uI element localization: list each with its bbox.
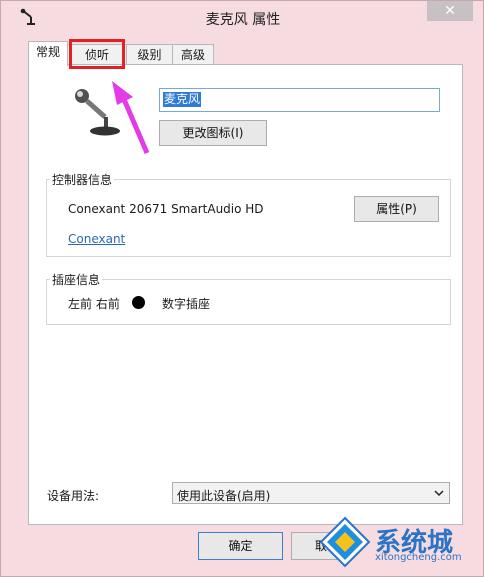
device-usage-label: 设备用法: <box>47 489 100 503</box>
watermark-url: xitongcheng.com <box>375 552 462 563</box>
site-watermark: 系统城 xitongcheng.com <box>319 516 473 568</box>
jack-position: 左前 右前 <box>68 297 120 311</box>
properties-window: 麦克风 属性 ✕ 常规 侦听 级别 高级 麦克风 更改图标(I) 控制器信息 C… <box>0 0 484 577</box>
window-title: 麦克风 属性 <box>205 12 281 28</box>
watermark-logo-icon <box>319 516 371 568</box>
close-button[interactable]: ✕ <box>427 1 473 21</box>
controller-properties-button[interactable]: 属性(P) <box>354 196 439 222</box>
title-bar: 麦克风 属性 ✕ <box>1 1 484 35</box>
device-name-input[interactable]: 麦克风 <box>159 88 440 112</box>
tab-levels[interactable]: 级别 <box>126 44 173 64</box>
tab-advanced[interactable]: 高级 <box>172 44 214 64</box>
tab-general[interactable]: 常规 <box>28 41 68 66</box>
jack-color-dot <box>132 296 145 309</box>
chevron-down-icon <box>434 490 444 497</box>
listen-tab-highlight <box>69 39 125 69</box>
controller-name: Conexant 20671 SmartAudio HD <box>68 202 264 216</box>
change-icon-button[interactable]: 更改图标(I) <box>159 120 267 146</box>
ok-button[interactable]: 确定 <box>198 532 283 560</box>
pointer-arrow-icon <box>112 81 150 154</box>
device-usage-value: 使用此设备(启用) <box>177 489 271 503</box>
jack-info-title: 插座信息 <box>50 271 103 288</box>
device-usage-select[interactable]: 使用此设备(启用) <box>172 482 450 504</box>
controller-vendor-link[interactable]: Conexant <box>68 232 125 246</box>
controller-info-title: 控制器信息 <box>50 171 115 188</box>
jack-type: 数字插座 <box>162 297 211 311</box>
device-name-value: 麦克风 <box>163 92 202 107</box>
